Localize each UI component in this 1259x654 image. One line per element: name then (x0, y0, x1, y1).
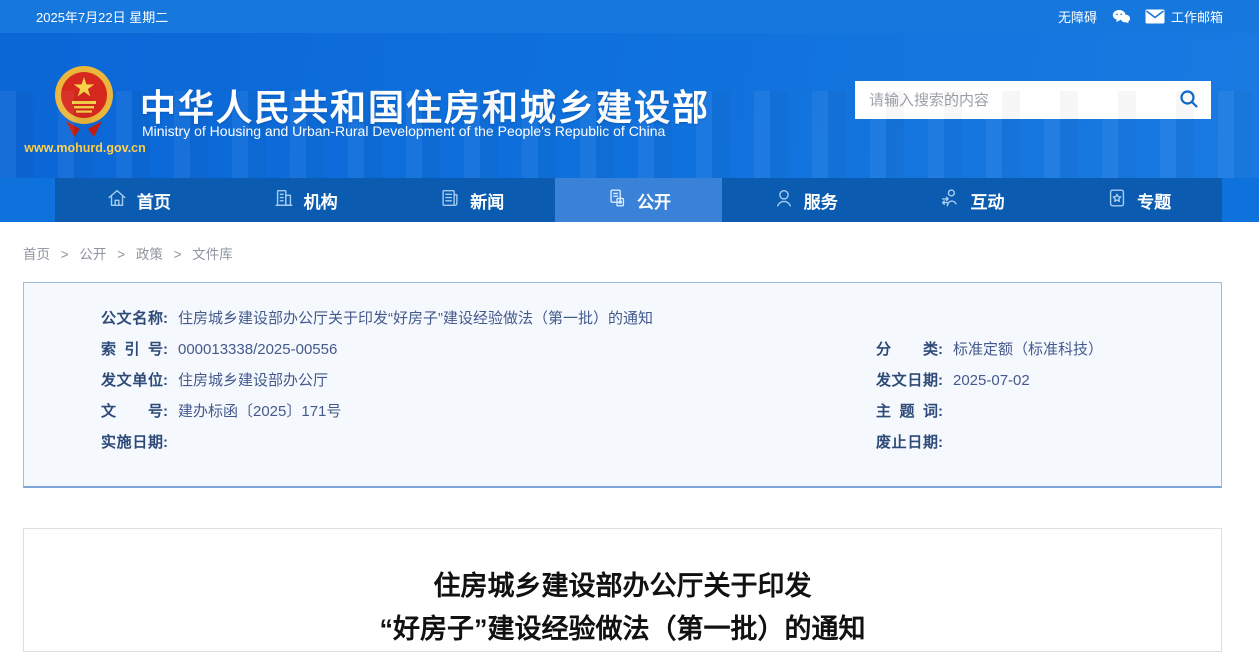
field-label: 分类 (876, 340, 938, 359)
article-title-line1: 住房城乡建设部办公厅关于印发 (24, 565, 1221, 608)
field-subject-words: 主题词: (876, 402, 1221, 421)
documents-icon (606, 187, 628, 214)
work-mailbox-link[interactable]: 工作邮箱 (1171, 7, 1223, 26)
field-index-number: 索引号:000013338/2025-00556 (101, 340, 876, 359)
nav-item-label: 互动 (970, 188, 1004, 213)
field-label: 实施日期 (101, 433, 163, 452)
nav-item-disclosure[interactable]: 公开 (555, 178, 722, 222)
field-value: 住房城乡建设部办公厅 (178, 372, 328, 389)
person-arrows-icon (939, 187, 961, 214)
field-document-number: 文号:建办标函〔2025〕171号 (101, 402, 876, 421)
field-category: 分类:标准定额（标准科技） (876, 340, 1221, 359)
article-title: 住房城乡建设部办公厅关于印发 “好房子”建设经验做法（第一批）的通知 (24, 565, 1221, 651)
nav-item-topics[interactable]: 专题 (1055, 178, 1222, 222)
article-content-box: 住房城乡建设部办公厅关于印发 “好房子”建设经验做法（第一批）的通知 (23, 528, 1222, 652)
breadcrumb-current: 文件库 (192, 247, 233, 262)
field-label: 主题词 (876, 402, 938, 421)
breadcrumb: 首页 > 公开 > 政策 > 文件库 (23, 243, 1222, 263)
search-icon (1178, 88, 1200, 113)
breadcrumb-policy[interactable]: 政策 (136, 247, 163, 262)
breadcrumb-separator: > (174, 247, 182, 262)
star-badge-icon (1106, 187, 1128, 214)
field-implement-date: 实施日期: (101, 433, 876, 452)
page-main: 首页 > 公开 > 政策 > 文件库 公文名称:住房城乡建设部办公厅关于印发“好… (0, 243, 1259, 652)
breadcrumb-disclosure[interactable]: 公开 (79, 247, 106, 262)
top-utility-bar: 2025年7月22日 星期二 无障碍 工作邮箱 (0, 0, 1259, 33)
field-label: 废止日期 (876, 433, 938, 452)
field-value: 标准定额（标准科技） (953, 341, 1103, 358)
breadcrumb-home[interactable]: 首页 (23, 247, 50, 262)
building-icon (273, 187, 295, 214)
nav-item-interaction[interactable]: 互动 (889, 178, 1056, 222)
nav-item-label: 公开 (637, 188, 671, 213)
field-value: 2025-07-02 (953, 372, 1030, 389)
nav-item-label: 首页 (137, 188, 171, 213)
nav-item-home[interactable]: 首页 (55, 178, 222, 222)
site-header-banner: www.mohurd.gov.cn 中华人民共和国住房和城乡建设部 Minist… (0, 33, 1259, 178)
accessibility-link[interactable]: 无障碍 (1058, 7, 1097, 26)
person-service-icon (773, 187, 795, 214)
field-label: 文号 (101, 402, 163, 421)
article-title-line2: “好房子”建设经验做法（第一批）的通知 (24, 608, 1221, 651)
wechat-icon[interactable] (1111, 8, 1131, 25)
field-issue-date: 发文日期:2025-07-02 (876, 371, 1221, 390)
field-issuing-unit: 发文单位:住房城乡建设部办公厅 (101, 371, 876, 390)
nav-item-label: 新闻 (470, 188, 504, 213)
site-title-english: Ministry of Housing and Urban-Rural Deve… (142, 123, 665, 139)
field-value: 建办标函〔2025〕171号 (178, 403, 341, 420)
current-date: 2025年7月22日 星期二 (36, 7, 168, 26)
field-value: 住房城乡建设部办公厅关于印发“好房子”建设经验做法（第一批）的通知 (178, 310, 653, 327)
nav-item-news[interactable]: 新闻 (388, 178, 555, 222)
field-label: 发文单位 (101, 371, 163, 390)
mail-icon (1145, 9, 1165, 24)
breadcrumb-separator: > (117, 247, 125, 262)
document-metadata-box: 公文名称:住房城乡建设部办公厅关于印发“好房子”建设经验做法（第一批）的通知 索… (23, 282, 1222, 488)
nav-item-label: 专题 (1137, 188, 1171, 213)
field-label: 发文日期 (876, 371, 938, 390)
field-label: 索引号 (101, 340, 163, 359)
site-url: www.mohurd.gov.cn (10, 141, 160, 155)
nav-item-services[interactable]: 服务 (722, 178, 889, 222)
field-repeal-date: 废止日期: (876, 433, 1221, 452)
field-label: 公文名称 (101, 309, 163, 328)
field-value: 000013338/2025-00556 (178, 341, 337, 358)
nav-item-organization[interactable]: 机构 (222, 178, 389, 222)
national-emblem-logo (52, 65, 116, 141)
field-document-name: 公文名称:住房城乡建设部办公厅关于印发“好房子”建设经验做法（第一批）的通知 (101, 309, 1221, 328)
breadcrumb-separator: > (61, 247, 69, 262)
nav-item-label: 服务 (804, 188, 838, 213)
nav-item-label: 机构 (304, 188, 338, 213)
home-icon (106, 187, 128, 214)
search-button[interactable] (1167, 81, 1211, 119)
main-navigation-row: 首页 机构 新闻 公开 服务 (0, 178, 1259, 222)
newspaper-icon (439, 187, 461, 214)
main-navigation: 首页 机构 新闻 公开 服务 (55, 178, 1222, 222)
search-input[interactable] (855, 81, 1167, 119)
search-box (855, 81, 1211, 119)
